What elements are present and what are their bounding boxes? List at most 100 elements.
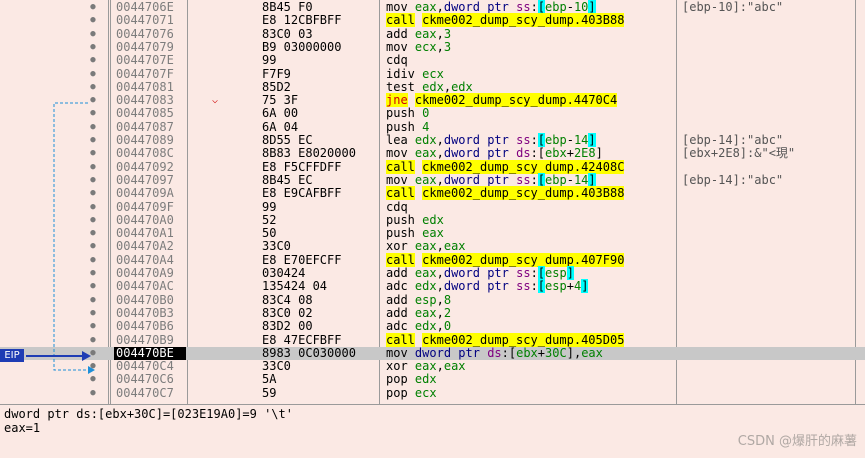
bytes-cell: 50 bbox=[262, 226, 277, 241]
mnemonic: add bbox=[386, 26, 408, 41]
bytes-cell: 135424 04 bbox=[262, 279, 328, 294]
disasm-row[interactable]: ● 004470B0 83C4 08 add esp,8 bbox=[0, 292, 865, 307]
disasm-row[interactable]: ● 0044708C 8B83 E8020000 mov eax,dword ptr … bbox=[0, 146, 865, 161]
bytes-cell: 99 bbox=[262, 199, 277, 214]
address-cell: 004470AC bbox=[116, 279, 174, 294]
disasm-row[interactable]: ● 00447083 ⌵ 75 3F jne ckme002_dump_scy_dump… bbox=[0, 93, 865, 108]
disasm-row[interactable]: ● 004470A9 030424 add eax,dword ptr ss:[esp… bbox=[0, 266, 865, 280]
disasm-row[interactable]: ● 00447079 B9 03000000 mov ecx,3 bbox=[0, 39, 865, 54]
disasm-row[interactable]: ● 00447092 E8 F5CFFDFF call ckme002_dump_sc… bbox=[0, 159, 865, 174]
mnemonic: mov bbox=[386, 0, 408, 14]
disasm-row[interactable]: ● 0044706E 8B45 F0 mov eax,dword ptr ss:[eb… bbox=[0, 0, 865, 14]
mnemonic: call bbox=[386, 159, 415, 174]
disasm-row[interactable]: ● 0044709A E8 E9CAFBFF call ckme002_dump_sc… bbox=[0, 186, 865, 201]
disasm-row[interactable]: ● 004470A1 50 push eax bbox=[0, 226, 865, 241]
instruction-cell: call ckme002_dump_scy_dump.403B88 bbox=[386, 186, 625, 201]
address-cell: 004470B6 bbox=[116, 319, 174, 334]
instruction-cell: add eax,2 bbox=[386, 305, 451, 320]
comment-cell: [ebx+2E8]:&"<現" bbox=[682, 146, 796, 161]
operands: esp,8 bbox=[414, 292, 452, 307]
disasm-row[interactable]: ● 004470AC 135424 04 adc edx,dword ptr ss:[… bbox=[0, 279, 865, 294]
disasm-row[interactable]: ● 004470A4 E8 E70EFCFF call ckme002_dump_sc… bbox=[0, 252, 865, 267]
disasm-row[interactable]: ● 00447089 8D55 EC lea edx,dword ptr ss:[eb… bbox=[0, 133, 865, 147]
mnemonic: add bbox=[386, 292, 408, 307]
instruction-cell: mov eax,dword ptr ss:[ebp-10] bbox=[386, 0, 596, 14]
operands: eax,dword ptr ss:[esp] bbox=[414, 266, 574, 280]
mnemonic: call bbox=[386, 332, 415, 347]
mnemonic: test bbox=[386, 79, 415, 94]
address-cell: 004470B0 bbox=[116, 292, 174, 307]
disasm-row[interactable]: ● 0044707F F7F9 idiv ecx bbox=[0, 66, 865, 81]
mnemonic: add bbox=[386, 266, 408, 280]
disasm-row[interactable]: ● 004470A0 52 push edx bbox=[0, 212, 865, 227]
bytes-cell: 6A 04 bbox=[262, 119, 299, 134]
address-cell: 0044707E bbox=[116, 53, 174, 68]
operands: eax,dword ptr ds:[ebx+2E8] bbox=[414, 146, 603, 161]
instruction-cell: call ckme002_dump_scy_dump.42408C bbox=[386, 159, 625, 174]
comment-cell: [ebp-10]:"abc" bbox=[682, 0, 784, 14]
disasm-row[interactable]: ● 00447081 85D2 test edx,edx bbox=[0, 79, 865, 94]
bytes-cell: 6A 00 bbox=[262, 106, 299, 121]
jump-arrows bbox=[26, 102, 95, 374]
instruction-cell: xor eax,eax bbox=[386, 359, 466, 374]
disasm-row[interactable]: ● 0044707E 99 cdq bbox=[0, 53, 865, 68]
address-cell: 004470C6 bbox=[116, 372, 174, 387]
instruction-cell: mov ecx,3 bbox=[386, 39, 452, 54]
disasm-row[interactable]: ● 00447097 8B45 EC mov eax,dword ptr ss:[eb… bbox=[0, 172, 865, 187]
address-cell: 0044706E bbox=[116, 0, 174, 14]
instruction-cell: add esp,8 bbox=[386, 292, 452, 307]
address-cell: 0044707F bbox=[116, 66, 174, 81]
disasm-row[interactable]: ● 00447076 83C0 03 add eax,3 bbox=[0, 26, 865, 41]
mnemonic: xor bbox=[386, 359, 408, 374]
operands: ecx,3 bbox=[414, 39, 452, 54]
operands: ckme002_dump_scy_dump.403B88 bbox=[422, 186, 625, 201]
disasm-row[interactable]: ● 00447087 6A 04 push 4 bbox=[0, 119, 865, 134]
bytes-cell: 99 bbox=[262, 53, 277, 68]
mnemonic: adc bbox=[386, 279, 408, 294]
bytes-cell: E8 E9CAFBFF bbox=[262, 186, 342, 201]
address-cell: 0044709A bbox=[116, 186, 174, 201]
disasm-row[interactable]: ● 0044709F 99 cdq bbox=[0, 199, 865, 214]
disasm-row[interactable]: ● 004470A2 33C0 xor eax,eax bbox=[0, 240, 865, 254]
disasm-row[interactable]: ● 00447085 6A 00 push 0 bbox=[0, 106, 865, 121]
operands: ecx bbox=[414, 385, 437, 400]
bytes-cell: 33C0 bbox=[262, 359, 291, 374]
operands: ckme002_dump_scy_dump.405D05 bbox=[422, 332, 625, 347]
bytes-cell: 59 bbox=[262, 385, 277, 400]
mnemonic: call bbox=[386, 252, 415, 267]
disasm-row[interactable]: ● 004470B3 83C0 02 add eax,2 bbox=[0, 305, 865, 320]
disasm-row[interactable]: ● 004470C6 5A pop edx bbox=[0, 372, 865, 387]
disasm-row[interactable]: ● 004470BE 8983 0C030000 mov dword ptr ds:[… bbox=[0, 346, 865, 361]
address-cell: 00447097 bbox=[116, 172, 174, 187]
disasm-row[interactable]: ● 004470B9 E8 47ECFBFF call ckme002_dump_sc… bbox=[0, 332, 865, 347]
bytes-cell: 8B83 E8020000 bbox=[262, 146, 356, 161]
bytes-cell: 83D2 00 bbox=[262, 319, 313, 334]
disasm-row[interactable]: ● 00447071 E8 12CBFBFF call ckme002_dump_sc… bbox=[0, 13, 865, 28]
mnemonic: push bbox=[386, 212, 415, 227]
operands: edx,dword ptr ss:[ebp-14] bbox=[414, 133, 596, 147]
operands: ecx bbox=[422, 66, 444, 81]
disasm-row[interactable]: ● 004470C7 59 pop ecx bbox=[0, 385, 865, 400]
operands: 4 bbox=[422, 119, 430, 134]
info-line-2: eax=1 bbox=[4, 421, 41, 435]
instruction-cell: cdq bbox=[386, 54, 408, 67]
bytes-cell: 5A bbox=[262, 372, 277, 387]
bytes-cell: 52 bbox=[262, 212, 277, 227]
address-cell: 004470A1 bbox=[116, 226, 174, 241]
address-cell: 00447083 bbox=[116, 93, 174, 108]
address-cell: 004470B3 bbox=[116, 305, 174, 320]
disasm-row[interactable]: ● 004470C4 33C0 xor eax,eax bbox=[0, 359, 865, 374]
bytes-cell: 85D2 bbox=[262, 79, 291, 94]
mnemonic: add bbox=[386, 305, 408, 320]
jump-taken-icon: ⌵ bbox=[212, 95, 219, 107]
disasm-row[interactable]: ● 004470B6 83D2 00 adc edx,0 bbox=[0, 319, 865, 334]
operands: eax bbox=[422, 226, 444, 241]
disassembly-view[interactable]: ● 0044706E 8B45 F0 mov eax,dword ptr ss:[eb… bbox=[0, 0, 865, 404]
instruction-cell: cdq bbox=[386, 200, 408, 214]
address-cell: 0044709F bbox=[116, 199, 174, 214]
instruction-cell: xor eax,eax bbox=[386, 240, 466, 253]
bytes-cell: 8B45 F0 bbox=[262, 0, 313, 14]
address-cell: 004470A0 bbox=[116, 212, 174, 227]
mnemonic: xor bbox=[386, 239, 408, 254]
instruction-cell: mov dword ptr ds:[ebx+30C],eax bbox=[386, 346, 603, 360]
